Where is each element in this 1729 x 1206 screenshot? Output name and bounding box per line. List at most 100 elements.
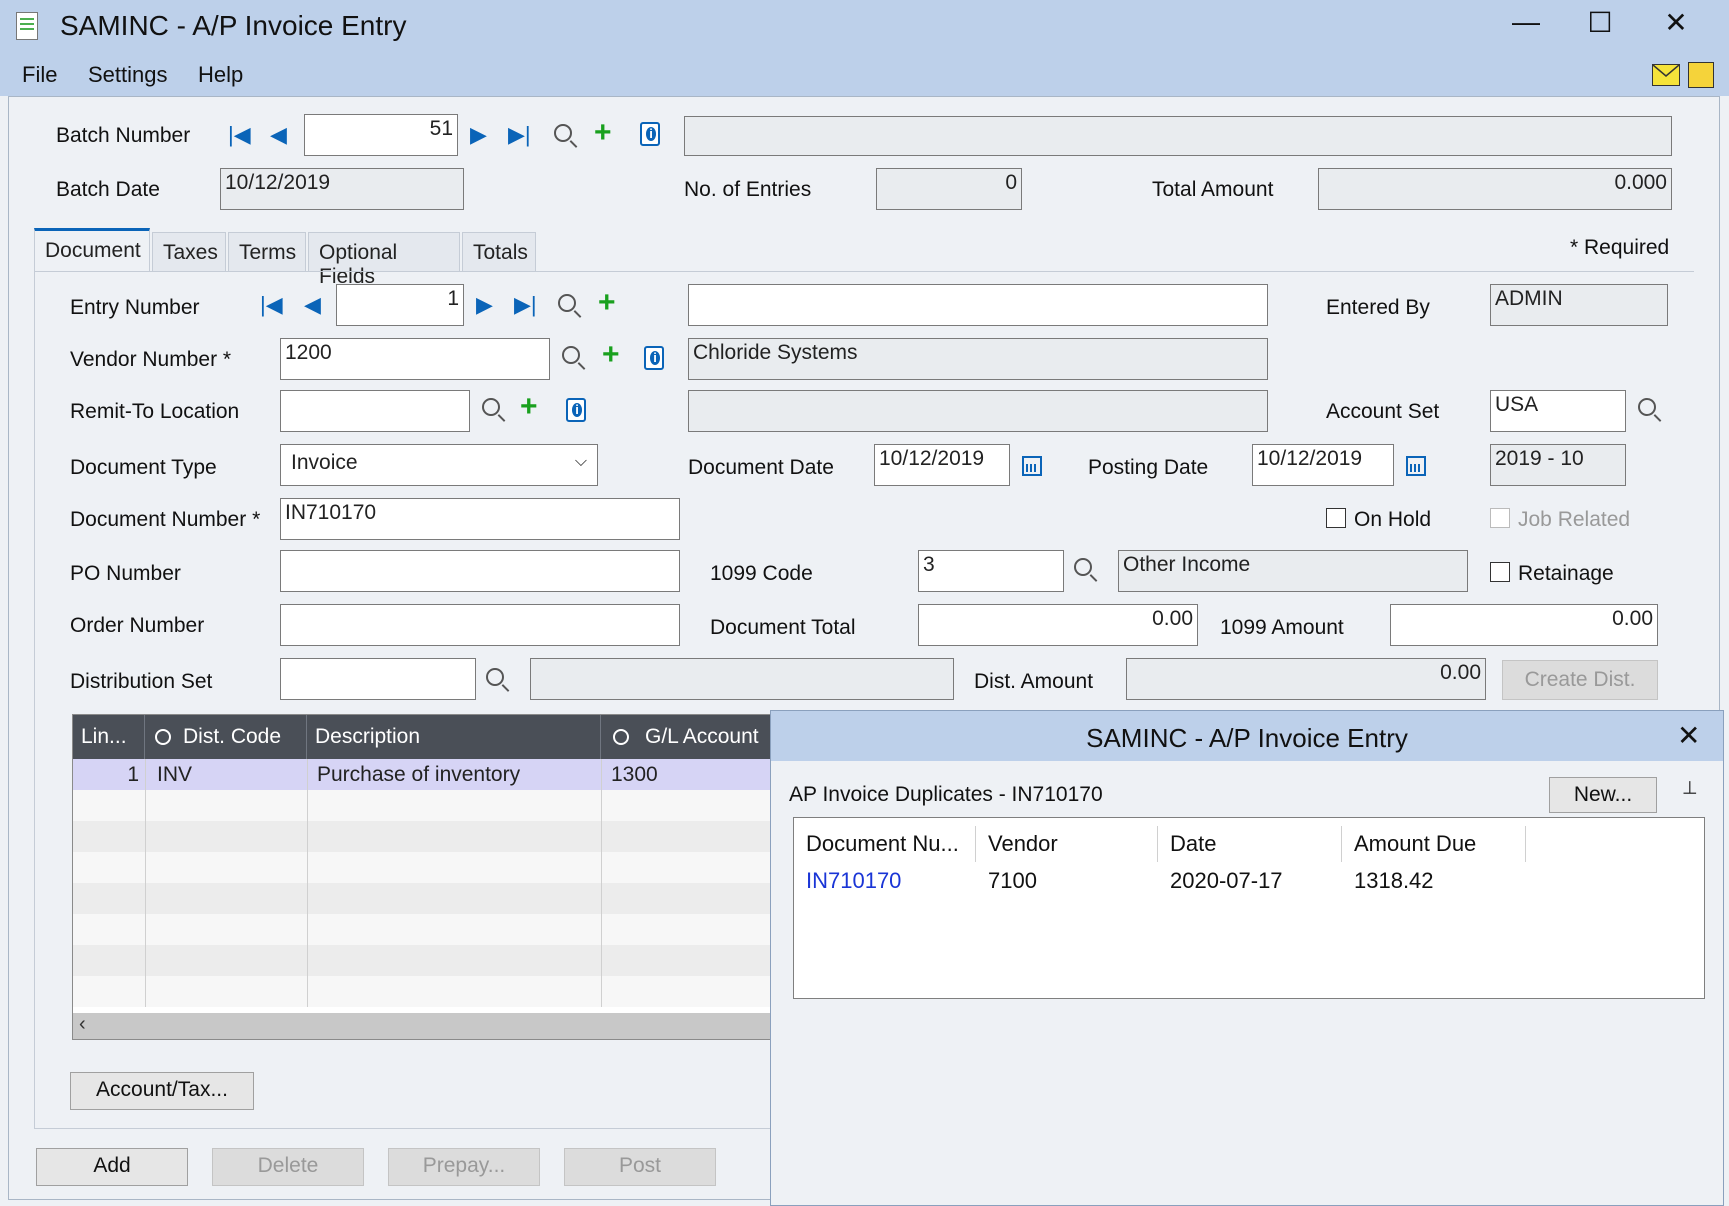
table-row[interactable]: [73, 945, 771, 976]
order-number-field[interactable]: [280, 604, 680, 646]
amount-1099-field[interactable]: 0.00: [1390, 604, 1658, 646]
scroll-left-icon[interactable]: ‹: [79, 1013, 86, 1036]
list-header-amount-due[interactable]: Amount Due: [1342, 826, 1526, 862]
previous-batch-icon[interactable]: ◀: [270, 122, 287, 148]
batch-date-field: 10/12/2019: [220, 168, 464, 210]
table-row[interactable]: [73, 790, 771, 821]
remit-to-finder-icon[interactable]: [482, 398, 500, 416]
list-header-date[interactable]: Date: [1158, 826, 1342, 862]
on-hold-checkbox[interactable]: [1326, 508, 1346, 528]
batch-date-label: Batch Date: [56, 178, 160, 201]
document-type-select[interactable]: Invoice ⌵: [280, 444, 598, 486]
code-1099-description-field: Other Income: [1118, 550, 1468, 592]
account-set-field[interactable]: USA: [1490, 390, 1626, 432]
grid-header-description[interactable]: Description: [307, 715, 601, 759]
code-1099-field[interactable]: 3: [918, 550, 1064, 592]
remit-to-location-field[interactable]: [280, 390, 470, 432]
code-1099-finder-icon[interactable]: [1074, 558, 1092, 576]
grid-header-gl-account-label: G/L Account: [645, 725, 759, 748]
document-total-field[interactable]: 0.00: [918, 604, 1198, 646]
retainage-label: Retainage: [1518, 562, 1614, 585]
menu-bar: File Settings Help: [0, 56, 1729, 96]
vendor-number-field[interactable]: 1200: [280, 338, 550, 380]
po-number-field[interactable]: [280, 550, 680, 592]
duplicate-document-link[interactable]: IN710170: [794, 868, 901, 894]
next-batch-icon[interactable]: ▶: [470, 122, 487, 148]
vendor-finder-icon[interactable]: [562, 346, 580, 364]
new-entry-icon[interactable]: +: [598, 288, 616, 318]
batch-finder-icon[interactable]: [554, 124, 572, 142]
menu-settings[interactable]: Settings: [88, 62, 168, 88]
column-finder-icon: [155, 729, 171, 745]
tab-totals[interactable]: Totals: [462, 232, 536, 272]
tab-document[interactable]: Document: [34, 228, 150, 272]
batch-number-field[interactable]: 51: [304, 114, 458, 156]
tab-terms[interactable]: Terms: [228, 232, 306, 272]
distribution-set-field[interactable]: [280, 658, 476, 700]
grid-cell-gl-account: 1300: [611, 763, 658, 786]
popup-title: SAMINC - A/P Invoice Entry: [1086, 723, 1408, 753]
grid-header-dist-code[interactable]: Dist. Code: [145, 715, 307, 759]
new-button[interactable]: New...: [1549, 777, 1657, 813]
posting-date-calendar-icon[interactable]: [1406, 456, 1426, 476]
previous-entry-icon[interactable]: ◀: [304, 292, 321, 318]
menu-help[interactable]: Help: [198, 62, 243, 88]
document-date-field[interactable]: 10/12/2019: [874, 444, 1010, 486]
document-number-field[interactable]: IN710170: [280, 498, 680, 540]
document-type-label: Document Type: [70, 456, 217, 479]
first-batch-icon[interactable]: |◀: [228, 122, 251, 148]
add-button[interactable]: Add: [36, 1148, 188, 1186]
table-row[interactable]: [73, 914, 771, 945]
pin-icon[interactable]: ⊣: [1678, 780, 1699, 796]
table-row[interactable]: [73, 852, 771, 883]
tab-taxes[interactable]: Taxes: [152, 232, 226, 272]
batch-info-icon[interactable]: [640, 122, 660, 146]
last-batch-icon[interactable]: ▶|: [508, 122, 531, 148]
close-button[interactable]: ✕: [1656, 6, 1696, 39]
new-batch-icon[interactable]: +: [594, 118, 612, 148]
tab-optional-fields[interactable]: Optional Fields: [308, 232, 460, 288]
job-related-checkbox[interactable]: [1490, 508, 1510, 528]
vendor-info-icon[interactable]: [644, 346, 664, 370]
remit-to-info-icon[interactable]: [566, 398, 586, 422]
popup-subtitle: AP Invoice Duplicates - IN710170: [789, 783, 1103, 806]
entry-description-field[interactable]: [688, 284, 1268, 326]
horizontal-scrollbar[interactable]: ‹: [73, 1013, 771, 1039]
entered-by-label: Entered By: [1326, 296, 1430, 319]
account-tax-button[interactable]: Account/Tax...: [70, 1072, 254, 1110]
popup-title-bar: SAMINC - A/P Invoice Entry ✕: [771, 711, 1723, 761]
table-row[interactable]: [73, 821, 771, 852]
new-vendor-icon[interactable]: +: [602, 340, 620, 370]
distribution-set-finder-icon[interactable]: [486, 668, 504, 686]
last-entry-icon[interactable]: ▶|: [514, 292, 537, 318]
entry-finder-icon[interactable]: [558, 294, 576, 312]
posting-date-field[interactable]: 10/12/2019: [1252, 444, 1394, 486]
grid-header-line[interactable]: Lin...: [73, 715, 145, 759]
new-remit-to-icon[interactable]: +: [520, 392, 538, 422]
entry-number-field[interactable]: 1: [336, 284, 464, 326]
delete-button[interactable]: Delete: [212, 1148, 364, 1186]
retainage-checkbox[interactable]: [1490, 562, 1510, 582]
create-dist-button[interactable]: Create Dist.: [1502, 660, 1658, 700]
document-date-calendar-icon[interactable]: [1022, 456, 1042, 476]
menu-file[interactable]: File: [22, 62, 57, 88]
popup-close-button[interactable]: ✕: [1677, 719, 1700, 752]
list-header-document-number[interactable]: Document Nu...: [794, 826, 976, 862]
prepay-button[interactable]: Prepay...: [388, 1148, 540, 1186]
chevron-down-icon: ⌵: [574, 453, 587, 470]
table-row[interactable]: [73, 976, 771, 1007]
account-set-finder-icon[interactable]: [1638, 398, 1656, 416]
table-row[interactable]: [73, 883, 771, 914]
code-1099-label: 1099 Code: [710, 562, 813, 585]
list-header-vendor[interactable]: Vendor: [976, 826, 1158, 862]
first-entry-icon[interactable]: |◀: [260, 292, 283, 318]
list-item[interactable]: IN710170 7100 2020-07-17 1318.42: [794, 864, 1702, 898]
minimize-button[interactable]: —: [1506, 6, 1546, 38]
notes-icon[interactable]: [1688, 62, 1714, 88]
next-entry-icon[interactable]: ▶: [476, 292, 493, 318]
table-row[interactable]: 1 INV Purchase of inventory 1300: [73, 759, 771, 790]
mail-icon[interactable]: [1652, 64, 1680, 86]
post-button[interactable]: Post: [564, 1148, 716, 1186]
grid-header-gl-account[interactable]: G/L Account: [601, 715, 771, 759]
maximize-button[interactable]: ☐: [1580, 6, 1620, 39]
